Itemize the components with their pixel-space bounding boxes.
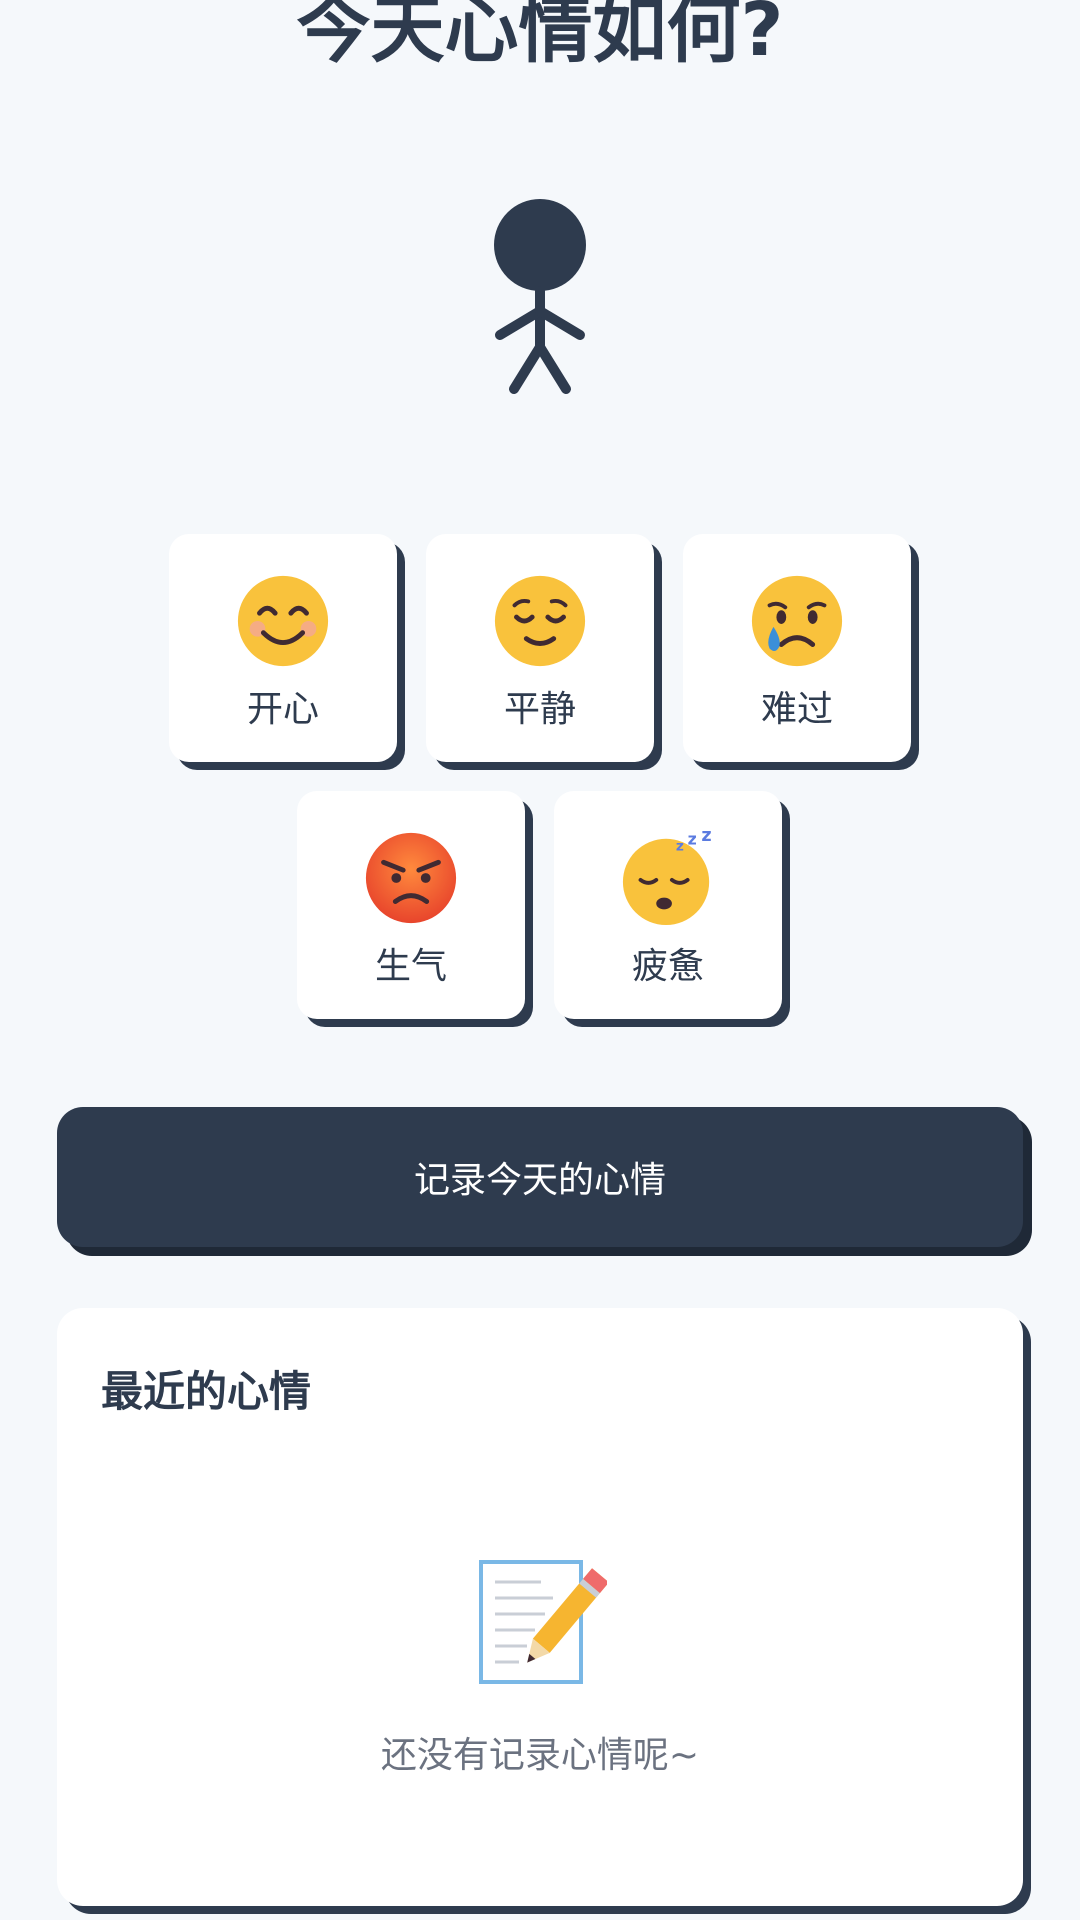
recent-moods-title: 最近的心情: [101, 1367, 312, 1416]
mood-option-sad[interactable]: 难过: [683, 534, 911, 762]
record-mood-button[interactable]: 记录今天的心情: [57, 1107, 1023, 1247]
mood-option-tired[interactable]: z z z 疲惫: [554, 791, 782, 1019]
crying-face-icon: [751, 575, 843, 667]
mood-label: 平静: [503, 689, 576, 730]
angry-face-icon: [365, 832, 457, 924]
svg-text:z: z: [688, 830, 697, 849]
mood-option-happy[interactable]: 开心: [169, 534, 397, 762]
relieved-face-icon: [494, 575, 586, 667]
mood-label: 生气: [374, 946, 447, 987]
sleepy-face-icon: z z z: [622, 829, 712, 926]
mood-label: 开心: [246, 689, 319, 730]
page-title: 今天心情如何?: [296, 0, 784, 73]
svg-text:z: z: [676, 839, 684, 855]
smiling-face-icon: [237, 575, 329, 667]
mood-label: 疲惫: [631, 946, 704, 987]
memo-pencil-icon: [479, 1560, 607, 1684]
mood-tracker-page: 今天心情如何? 开心 平静 难过 生气 z z z 疲惫 记录今天的心情 最近的…: [0, 0, 1080, 1920]
stick-figure-icon: [494, 199, 586, 394]
mood-label: 难过: [760, 689, 833, 730]
mood-option-calm[interactable]: 平静: [426, 534, 654, 762]
empty-state-text: 还没有记录心情呢~: [380, 1735, 700, 1776]
recent-moods-card: 最近的心情 还没有记录心情呢~: [57, 1308, 1023, 1906]
svg-text:z: z: [701, 829, 711, 846]
mood-option-angry[interactable]: 生气: [297, 791, 525, 1019]
